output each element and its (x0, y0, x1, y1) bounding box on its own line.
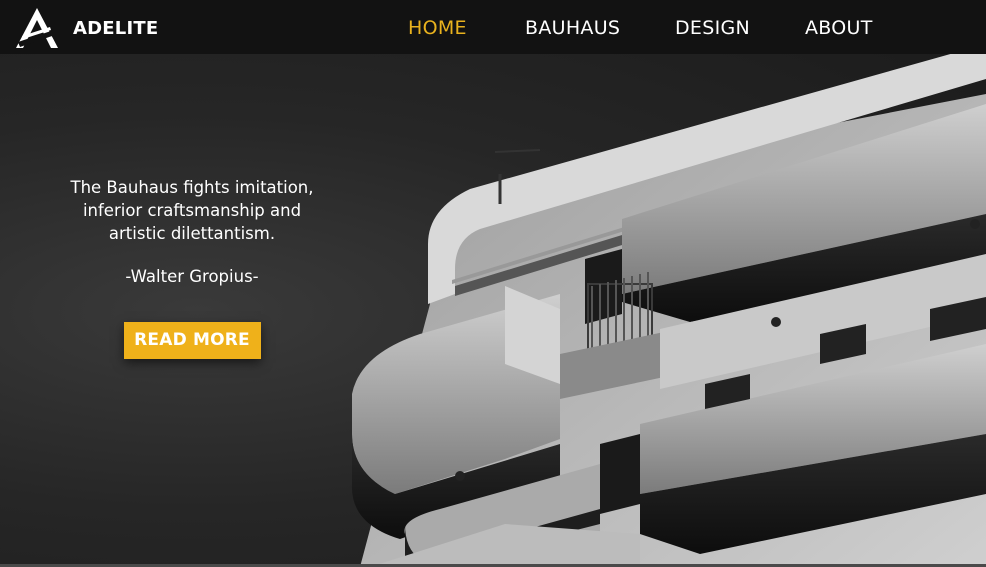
quote-line: inferior craftsmanship and (82, 201, 302, 220)
main-nav: HOME BAUHAUS DESIGN ABOUT (0, 0, 986, 54)
page: ADELITE HOME BAUHAUS DESIGN ABOUT The Ba… (0, 0, 986, 567)
read-more-button[interactable]: READ MORE (123, 322, 261, 359)
nav-item-home[interactable]: HOME (408, 17, 467, 39)
quote-line: artistic dilettantism. (108, 224, 276, 243)
quote-line: The Bauhaus fights imitation, (70, 178, 314, 197)
nav-item-bauhaus[interactable]: BAUHAUS (525, 17, 620, 39)
top-navbar: ADELITE HOME BAUHAUS DESIGN ABOUT (0, 0, 986, 54)
hero-text-block: The Bauhaus fights imitation, inferior c… (52, 176, 332, 359)
hero-quote: The Bauhaus fights imitation, inferior c… (52, 176, 332, 245)
quote-author: -Walter Gropius- (125, 267, 259, 286)
nav-item-design[interactable]: DESIGN (675, 17, 750, 39)
nav-item-about[interactable]: ABOUT (805, 17, 873, 39)
